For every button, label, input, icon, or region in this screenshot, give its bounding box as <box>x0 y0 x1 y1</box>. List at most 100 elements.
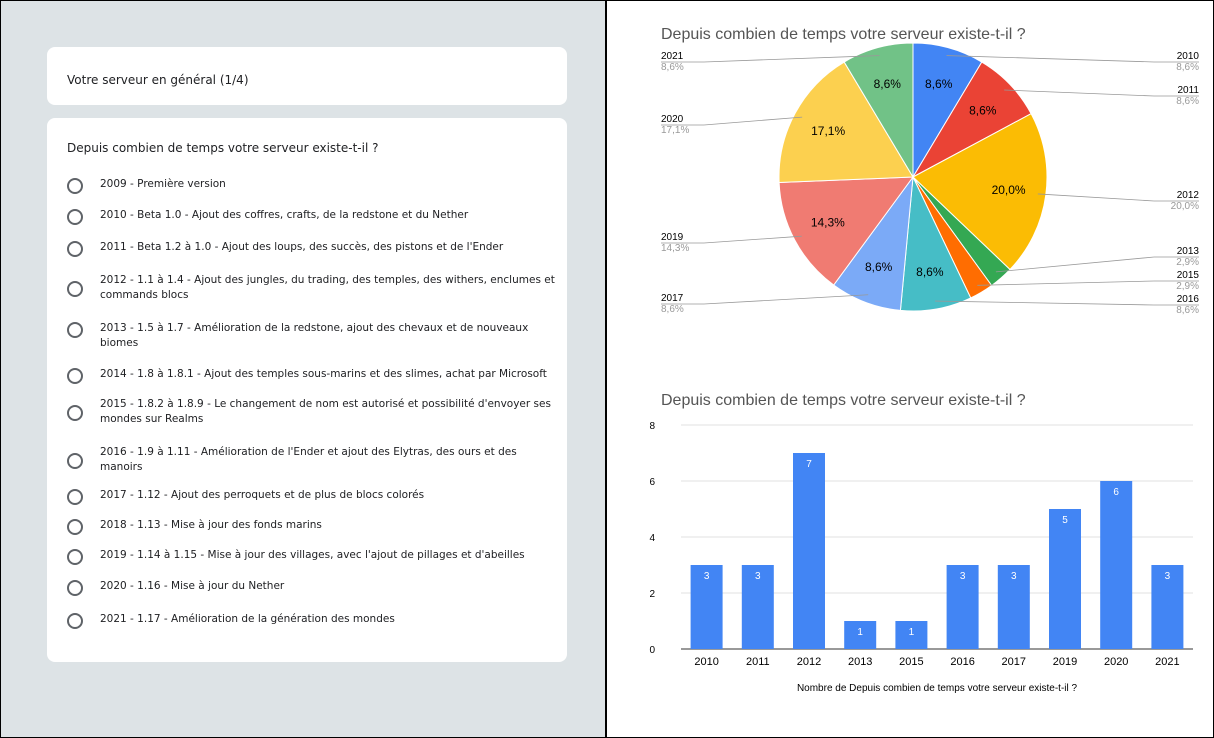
pie-leader-line <box>1037 193 1155 202</box>
bar-2019 <box>1049 509 1081 649</box>
pie-legend-value: 8,6% <box>1176 305 1199 316</box>
pie-leader-line <box>995 256 1155 273</box>
pie-leader-line <box>703 235 802 244</box>
pie-leader-line <box>703 294 869 305</box>
radio-button[interactable] <box>67 209 83 225</box>
bar-value-label: 3 <box>755 571 761 582</box>
option-label: 2012 - 1.1 à 1.4 - Ajout des jungles, du… <box>100 274 555 301</box>
bar-value-label: 3 <box>1165 571 1171 582</box>
bar-value-label: 6 <box>1113 487 1119 498</box>
option-label: 2017 - 1.12 - Ajout des perroquets et de… <box>100 489 425 501</box>
option-label: 2019 - 1.14 à 1.15 - Mise à jour des vil… <box>100 549 525 561</box>
y-tick-label: 4 <box>649 533 655 544</box>
bar-2020 <box>1100 481 1133 649</box>
pie-legend-label: 2017 <box>661 293 684 304</box>
radio-button[interactable] <box>67 489 83 505</box>
pie-leader-line <box>703 116 803 126</box>
radio-button[interactable] <box>67 580 83 596</box>
pie-legend-label: 2020 <box>661 114 684 125</box>
pie-legend-value: 2,9% <box>1176 281 1199 292</box>
form-panel: Votre serveur en général (1/4) Depuis co… <box>1 1 607 737</box>
pie-legend-label: 2015 <box>1177 270 1200 281</box>
option-label: 2021 - 1.17 - Amélioration de la générat… <box>100 613 395 625</box>
question-card: Depuis combien de temps votre serveur ex… <box>47 118 567 662</box>
radio-button[interactable] <box>67 178 83 194</box>
x-axis-label: Nombre de Depuis combien de temps votre … <box>797 683 1078 694</box>
bar-title: Depuis combien de temps votre serveur ex… <box>661 392 1026 409</box>
bar-2012 <box>793 453 825 649</box>
pie-legend-value: 8,6% <box>661 304 684 315</box>
x-tick-label: 2017 <box>1002 656 1026 668</box>
pie-chart: Depuis combien de temps votre serveur ex… <box>661 26 1200 316</box>
charts-panel: Depuis combien de temps votre serveur ex… <box>609 1 1213 737</box>
y-tick-label: 6 <box>649 477 655 488</box>
radio-button[interactable] <box>67 241 83 257</box>
radio-button[interactable] <box>67 322 83 338</box>
pie-slice-label: 20,0% <box>992 183 1026 197</box>
radio-button[interactable] <box>67 613 83 629</box>
option-label: 2010 - Beta 1.0 - Ajout des coffres, cra… <box>100 209 469 221</box>
section-header-card: Votre serveur en général (1/4) <box>47 47 567 105</box>
pie-leader-line <box>1004 89 1155 97</box>
pie-slice-label: 8,6% <box>916 265 944 279</box>
x-tick-label: 2021 <box>1155 656 1179 668</box>
pie-legend-label: 2019 <box>661 232 684 243</box>
pie-legend-value: 14,3% <box>661 243 689 254</box>
radio-button[interactable] <box>67 519 83 535</box>
option-label: 2015 - 1.8.2 à 1.8.9 - Le changement de … <box>100 398 551 425</box>
pie-legend-label: 2012 <box>1177 190 1200 201</box>
option-label: 2013 - 1.5 à 1.7 - Amélioration de la re… <box>100 322 529 349</box>
y-tick-label: 2 <box>649 589 655 600</box>
option-label: 2014 - 1.8 à 1.8.1 - Ajout des temples s… <box>100 368 547 380</box>
radio-button[interactable] <box>67 368 83 384</box>
pie-legend-label: 2011 <box>1177 85 1199 96</box>
option-label: 2011 - Beta 1.2 à 1.0 - Ajout des loups,… <box>100 241 504 253</box>
pie-legend-label: 2021 <box>661 51 684 62</box>
pie-slice-label: 8,6% <box>874 77 902 91</box>
x-tick-label: 2019 <box>1053 656 1077 668</box>
pie-title: Depuis combien de temps votre serveur ex… <box>661 26 1026 43</box>
pie-slice-label: 14,3% <box>811 215 845 229</box>
radio-button[interactable] <box>67 453 83 469</box>
pie-legend-value: 8,6% <box>1176 96 1199 107</box>
pie-slice-label: 8,6% <box>969 103 997 117</box>
option-label: 2018 - 1.13 - Mise à jour des fonds mari… <box>100 519 322 531</box>
pie-legend-value: 8,6% <box>661 62 684 73</box>
bar-value-label: 1 <box>857 627 863 638</box>
bar-value-label: 5 <box>1062 515 1068 526</box>
pie-slice-label: 8,6% <box>925 77 953 91</box>
radio-button[interactable] <box>67 281 83 297</box>
radio-button[interactable] <box>67 549 83 565</box>
bar-chart: Depuis combien de temps votre serveur ex… <box>649 392 1193 694</box>
bar-value-label: 7 <box>806 459 812 470</box>
radio-button[interactable] <box>67 405 83 421</box>
pie-slice-label: 17,1% <box>811 124 845 138</box>
pie-legend-value: 17,1% <box>661 125 689 136</box>
y-tick-label: 0 <box>649 645 655 656</box>
pie-legend-value: 8,6% <box>1176 62 1199 73</box>
x-tick-label: 2015 <box>899 656 923 668</box>
x-tick-label: 2012 <box>797 656 821 668</box>
section-title: Votre serveur en général (1/4) <box>67 73 249 87</box>
pie-leader-line <box>977 280 1155 286</box>
x-tick-label: 2013 <box>848 656 872 668</box>
bar-value-label: 1 <box>909 627 915 638</box>
pie-legend-value: 20,0% <box>1171 201 1199 212</box>
x-tick-label: 2020 <box>1104 656 1128 668</box>
bar-value-label: 3 <box>960 571 966 582</box>
pie-legend-label: 2010 <box>1177 51 1200 62</box>
pie-legend-label: 2016 <box>1177 294 1200 305</box>
pie-leader-line <box>935 300 1155 306</box>
x-tick-label: 2016 <box>950 656 974 668</box>
pie-legend-label: 2013 <box>1177 246 1200 257</box>
pie-slice-label: 8,6% <box>865 260 893 274</box>
option-label: 2016 - 1.9 à 1.11 - Amélioration de l'En… <box>100 446 517 473</box>
x-tick-label: 2010 <box>694 656 718 668</box>
bar-value-label: 3 <box>704 571 710 582</box>
y-tick-label: 8 <box>649 421 655 432</box>
option-label: 2020 - 1.16 - Mise à jour du Nether <box>100 580 285 592</box>
question-title: Depuis combien de temps votre serveur ex… <box>67 141 379 155</box>
option-label: 2009 - Première version <box>100 178 226 190</box>
x-tick-label: 2011 <box>746 656 770 668</box>
pie-legend-value: 2,9% <box>1176 257 1199 268</box>
